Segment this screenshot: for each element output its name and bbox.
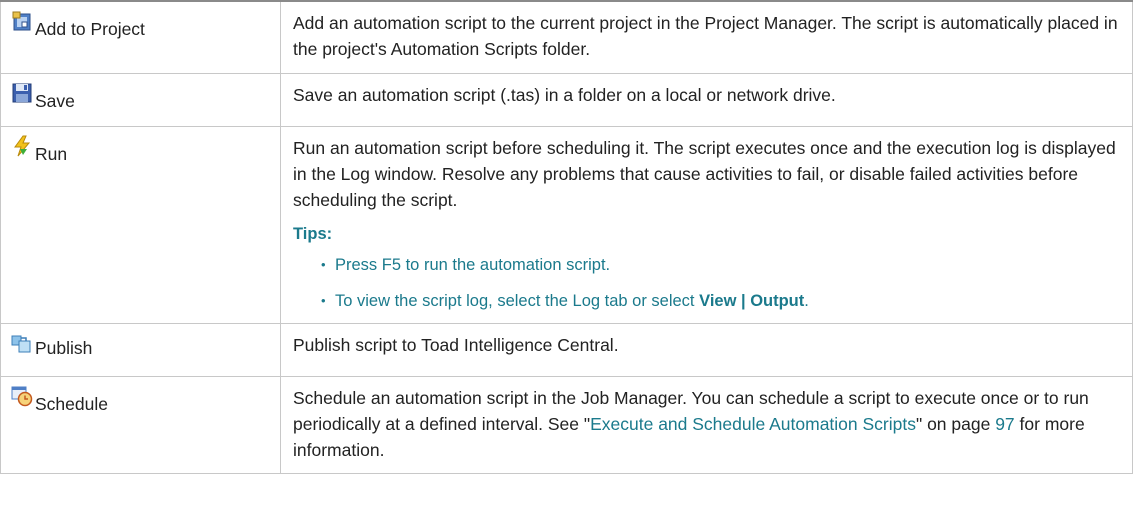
- schedule-clock-icon: [11, 385, 33, 407]
- page-number-link[interactable]: 97: [995, 414, 1014, 434]
- run-lightning-icon: [11, 135, 33, 157]
- cross-reference-link[interactable]: Execute and Schedule Automation Scripts: [590, 414, 916, 434]
- menu-path: View | Output: [699, 291, 805, 310]
- description-text: Run an automation script before scheduli…: [293, 137, 1116, 210]
- tips-list: Press F5 to run the automation script. T…: [293, 253, 1118, 313]
- command-label: Run: [35, 143, 68, 164]
- command-reference-table: Add to Project Add an automation script …: [0, 0, 1133, 474]
- publish-icon: [11, 332, 33, 354]
- table-row: Add to Project Add an automation script …: [0, 0, 1133, 74]
- command-label: Add to Project: [35, 19, 145, 39]
- command-label: Schedule: [35, 393, 108, 414]
- table-row: Publish Publish script to Toad Intellige…: [0, 322, 1133, 377]
- list-item: Press F5 to run the automation script.: [321, 253, 1118, 277]
- description-cell: Save an automation script (.tas) in a fo…: [280, 72, 1133, 127]
- table-row: Run Run an automation script before sche…: [0, 125, 1133, 324]
- list-item: To view the script log, select the Log t…: [321, 289, 1118, 313]
- table-row: Schedule Schedule an automation script i…: [0, 375, 1133, 474]
- description-cell: Publish script to Toad Intelligence Cent…: [280, 322, 1133, 377]
- description-cell: Add an automation script to the current …: [280, 0, 1133, 74]
- description-cell: Schedule an automation script in the Job…: [280, 375, 1133, 474]
- command-label: Save: [35, 90, 75, 111]
- tips-heading: Tips:: [293, 224, 333, 243]
- command-label: Publish: [35, 337, 93, 358]
- save-floppy-icon: [11, 82, 33, 104]
- add-to-project-icon: [11, 10, 33, 32]
- table-row: Save Save an automation script (.tas) in…: [0, 72, 1133, 127]
